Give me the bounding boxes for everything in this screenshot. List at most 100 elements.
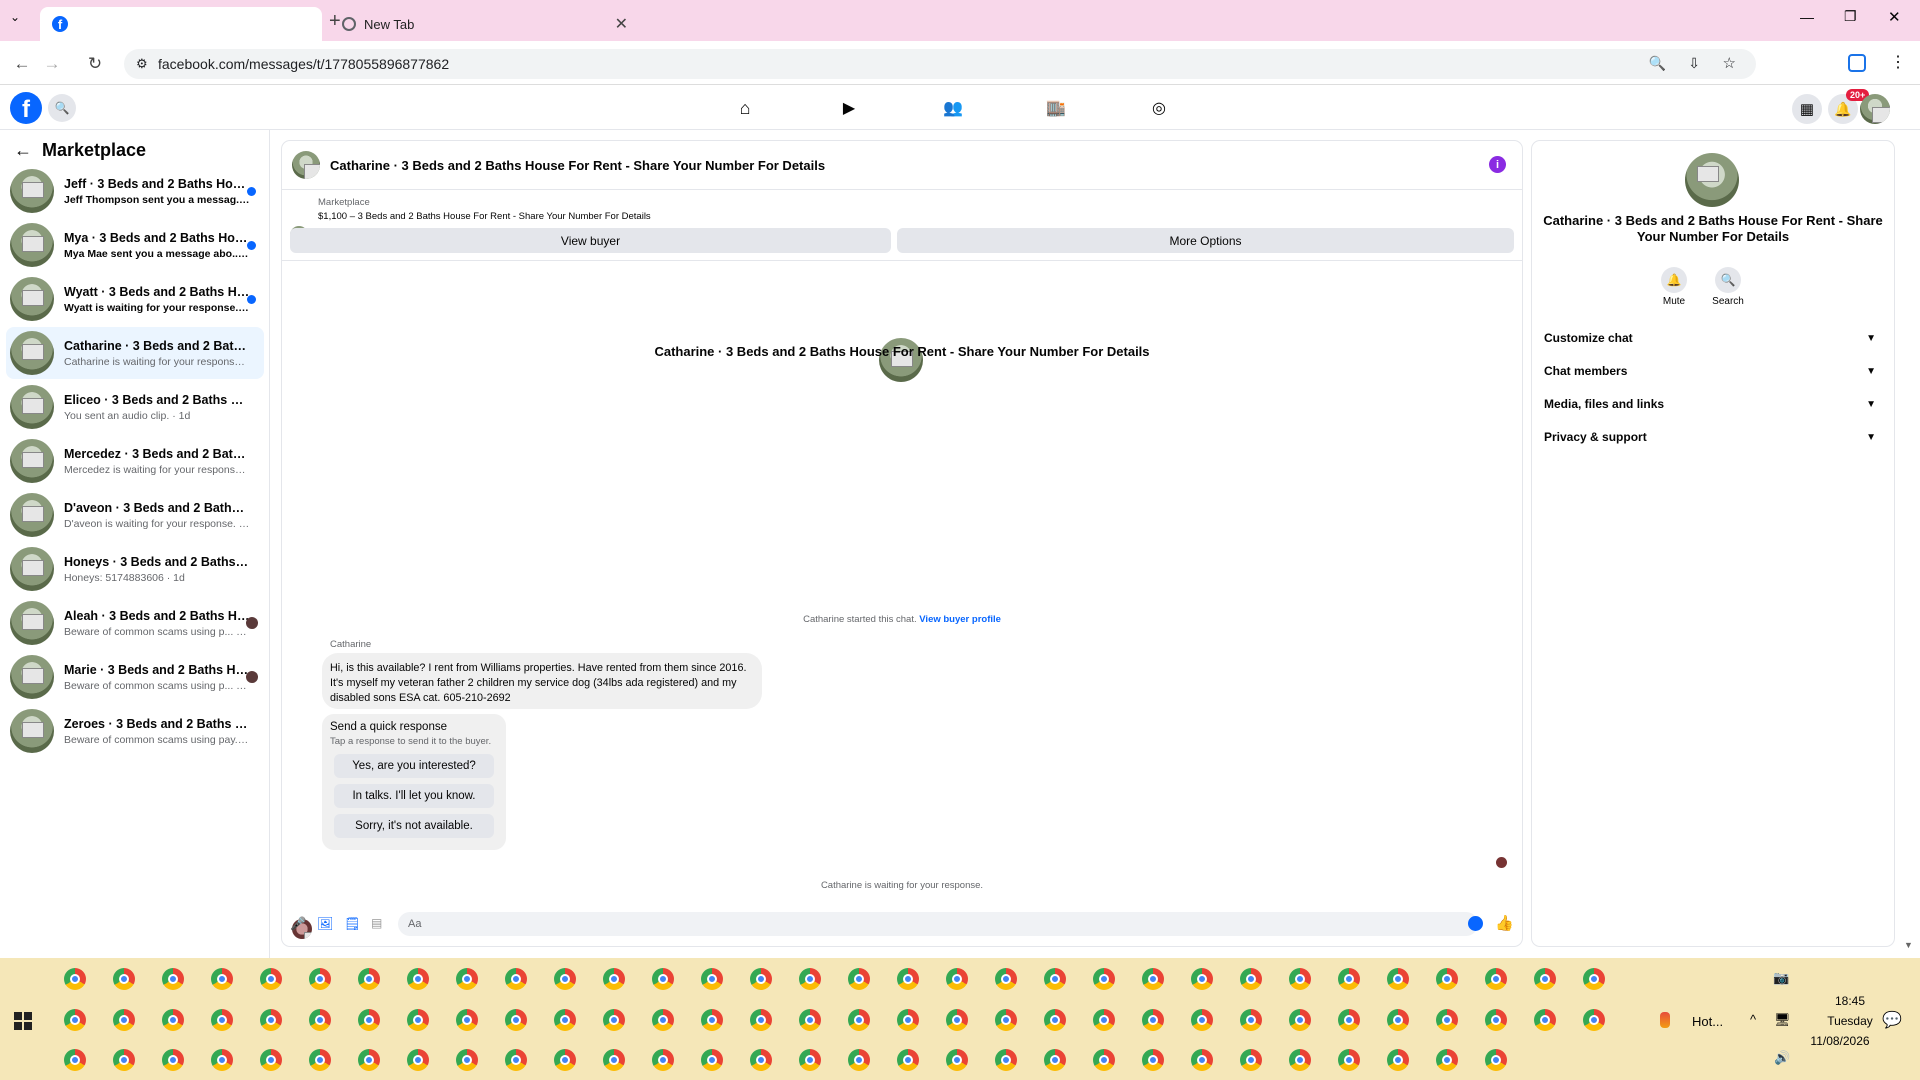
view-buyer-profile-link[interactable]: View buyer profile <box>919 614 1001 625</box>
conversation-item[interactable]: D'aveon · 3 Beds and 2 Baths Hous... D'av… <box>6 489 264 541</box>
chrome-taskbar-icon[interactable] <box>407 968 429 990</box>
chrome-taskbar-icon[interactable] <box>1338 968 1360 990</box>
forward-arrow-icon[interactable]: → <box>40 52 64 76</box>
chrome-taskbar-icon[interactable] <box>1289 1049 1311 1071</box>
chrome-taskbar-icon[interactable] <box>113 1049 135 1071</box>
chrome-taskbar-icon[interactable] <box>309 1009 331 1031</box>
volume-icon[interactable]: 🔊 <box>1774 1050 1790 1066</box>
chrome-taskbar-icon[interactable] <box>162 968 184 990</box>
chrome-taskbar-icon[interactable] <box>701 1049 723 1071</box>
info-icon[interactable]: i <box>1489 156 1506 173</box>
chrome-taskbar-icon[interactable] <box>64 1009 86 1031</box>
conversation-item[interactable]: Mya · 3 Beds and 2 Baths House ... Mya Ma… <box>6 219 264 271</box>
conversation-item[interactable]: Wyatt · 3 Beds and 2 Baths Hous... Wyatt … <box>6 273 264 325</box>
customize-chat-section[interactable]: Customize chat ▼ <box>1544 324 1884 352</box>
meet-now-icon[interactable]: 📷 <box>1773 970 1789 986</box>
chrome-taskbar-icon[interactable] <box>848 968 870 990</box>
zoom-icon[interactable]: 🔍 <box>1649 55 1666 72</box>
chrome-taskbar-icon[interactable] <box>358 1049 380 1071</box>
media-files-links-section[interactable]: Media, files and links ▼ <box>1544 390 1884 418</box>
chat-header-title[interactable]: Catharine · 3 Beds and 2 Baths House For… <box>330 158 825 173</box>
microphone-icon[interactable]: 🎤 <box>290 916 306 932</box>
chrome-taskbar-icon[interactable] <box>1485 1049 1507 1071</box>
chrome-taskbar-icon[interactable] <box>309 968 331 990</box>
restore-icon[interactable]: ❐ <box>1844 8 1857 25</box>
chrome-taskbar-icon[interactable] <box>554 1009 576 1031</box>
chrome-taskbar-icon[interactable] <box>652 968 674 990</box>
site-info-icon[interactable]: ⚙ <box>136 56 148 72</box>
quick-response-yes-button[interactable]: Yes, are you interested? <box>334 754 494 778</box>
chrome-taskbar-icon[interactable] <box>1485 1009 1507 1031</box>
groups-icon[interactable]: ◎ <box>1139 94 1179 122</box>
chrome-taskbar-icon[interactable] <box>750 1009 772 1031</box>
conversation-item[interactable]: Mercedez · 3 Beds and 2 Baths Ho... Merce… <box>6 435 264 487</box>
chrome-taskbar-icon[interactable] <box>113 968 135 990</box>
network-icon[interactable]: 🖥 <box>1774 1012 1791 1028</box>
privacy-support-section[interactable]: Privacy & support ▼ <box>1544 423 1884 451</box>
reload-icon[interactable]: ↻ <box>83 52 107 76</box>
chrome-taskbar-icon[interactable] <box>505 968 527 990</box>
minimize-icon[interactable]: — <box>1800 9 1814 25</box>
chrome-taskbar-icon[interactable] <box>260 968 282 990</box>
tab-new-tab[interactable]: New Tab ✕ <box>330 7 640 41</box>
chrome-taskbar-icon[interactable] <box>309 1049 331 1071</box>
home-icon[interactable]: ⌂ <box>725 94 765 122</box>
chrome-taskbar-icon[interactable] <box>1583 1009 1605 1031</box>
extension-icon[interactable] <box>1848 54 1866 72</box>
chrome-taskbar-icon[interactable] <box>799 1009 821 1031</box>
chrome-taskbar-icon[interactable] <box>1387 968 1409 990</box>
chrome-taskbar-icon[interactable] <box>995 1049 1017 1071</box>
chrome-taskbar-icon[interactable] <box>1191 1009 1213 1031</box>
chrome-taskbar-icon[interactable] <box>701 1009 723 1031</box>
search-icon[interactable]: 🔍 <box>1715 267 1741 293</box>
conversation-item[interactable]: Eliceo · 3 Beds and 2 Baths House ... You… <box>6 381 264 433</box>
chrome-taskbar-icon[interactable] <box>1387 1009 1409 1031</box>
back-arrow-icon[interactable]: ← <box>14 140 32 161</box>
chrome-taskbar-icon[interactable] <box>1289 968 1311 990</box>
chrome-taskbar-icon[interactable] <box>1191 1049 1213 1071</box>
chrome-taskbar-icon[interactable] <box>1044 968 1066 990</box>
chrome-taskbar-icon[interactable] <box>1289 1009 1311 1031</box>
weather-text[interactable]: Hot... <box>1692 1014 1723 1029</box>
quick-response-in-talks-button[interactable]: In talks. I'll let you know. <box>334 784 494 808</box>
chrome-taskbar-icon[interactable] <box>1436 1009 1458 1031</box>
chrome-taskbar-icon[interactable] <box>897 1049 919 1071</box>
chrome-taskbar-icon[interactable] <box>554 968 576 990</box>
chrome-taskbar-icon[interactable] <box>848 1009 870 1031</box>
chat-header-avatar[interactable] <box>292 151 320 179</box>
new-tab-plus-icon[interactable]: + <box>329 10 341 33</box>
more-options-button[interactable]: More Options <box>897 228 1514 253</box>
chrome-taskbar-icon[interactable] <box>1093 968 1115 990</box>
chrome-taskbar-icon[interactable] <box>162 1049 184 1071</box>
install-icon[interactable]: ⇩ <box>1688 55 1700 72</box>
chrome-taskbar-icon[interactable] <box>1534 968 1556 990</box>
close-tab-icon[interactable]: ✕ <box>615 14 628 34</box>
notification-center-icon[interactable]: 💬 <box>1882 1010 1902 1030</box>
like-thumb-icon[interactable]: 👍 <box>1495 914 1514 932</box>
chrome-taskbar-icon[interactable] <box>358 968 380 990</box>
chrome-taskbar-icon[interactable] <box>358 1009 380 1031</box>
conversation-item[interactable]: Honeys · 3 Beds and 2 Baths Hous... Honey… <box>6 543 264 595</box>
chrome-taskbar-icon[interactable] <box>995 1009 1017 1031</box>
chrome-taskbar-icon[interactable] <box>211 1009 233 1031</box>
chrome-taskbar-icon[interactable] <box>554 1049 576 1071</box>
chrome-taskbar-icon[interactable] <box>456 968 478 990</box>
conversation-item[interactable]: Marie · 3 Beds and 2 Baths Hous... Beware… <box>6 651 264 703</box>
chrome-taskbar-icon[interactable] <box>1093 1049 1115 1071</box>
chrome-taskbar-icon[interactable] <box>946 968 968 990</box>
conversation-item[interactable]: Jeff · 3 Beds and 2 Baths House ... Jeff … <box>6 165 264 217</box>
chrome-taskbar-icon[interactable] <box>407 1049 429 1071</box>
clock-time[interactable]: 18:45 <box>1810 994 1890 1008</box>
conversation-item[interactable]: Aleah · 3 Beds and 2 Baths Hous... Beware… <box>6 597 264 649</box>
chrome-taskbar-icon[interactable] <box>652 1049 674 1071</box>
chrome-taskbar-icon[interactable] <box>1338 1009 1360 1031</box>
chrome-taskbar-icon[interactable] <box>603 1049 625 1071</box>
chrome-taskbar-icon[interactable] <box>64 968 86 990</box>
chrome-taskbar-icon[interactable] <box>1436 1049 1458 1071</box>
chrome-taskbar-icon[interactable] <box>1240 1049 1262 1071</box>
gif-icon[interactable]: ▤ <box>371 916 382 930</box>
chrome-taskbar-icon[interactable] <box>750 1049 772 1071</box>
emoji-icon[interactable] <box>1468 916 1483 931</box>
chrome-taskbar-icon[interactable] <box>1093 1009 1115 1031</box>
clock-day[interactable]: Tuesday <box>1810 1014 1890 1028</box>
